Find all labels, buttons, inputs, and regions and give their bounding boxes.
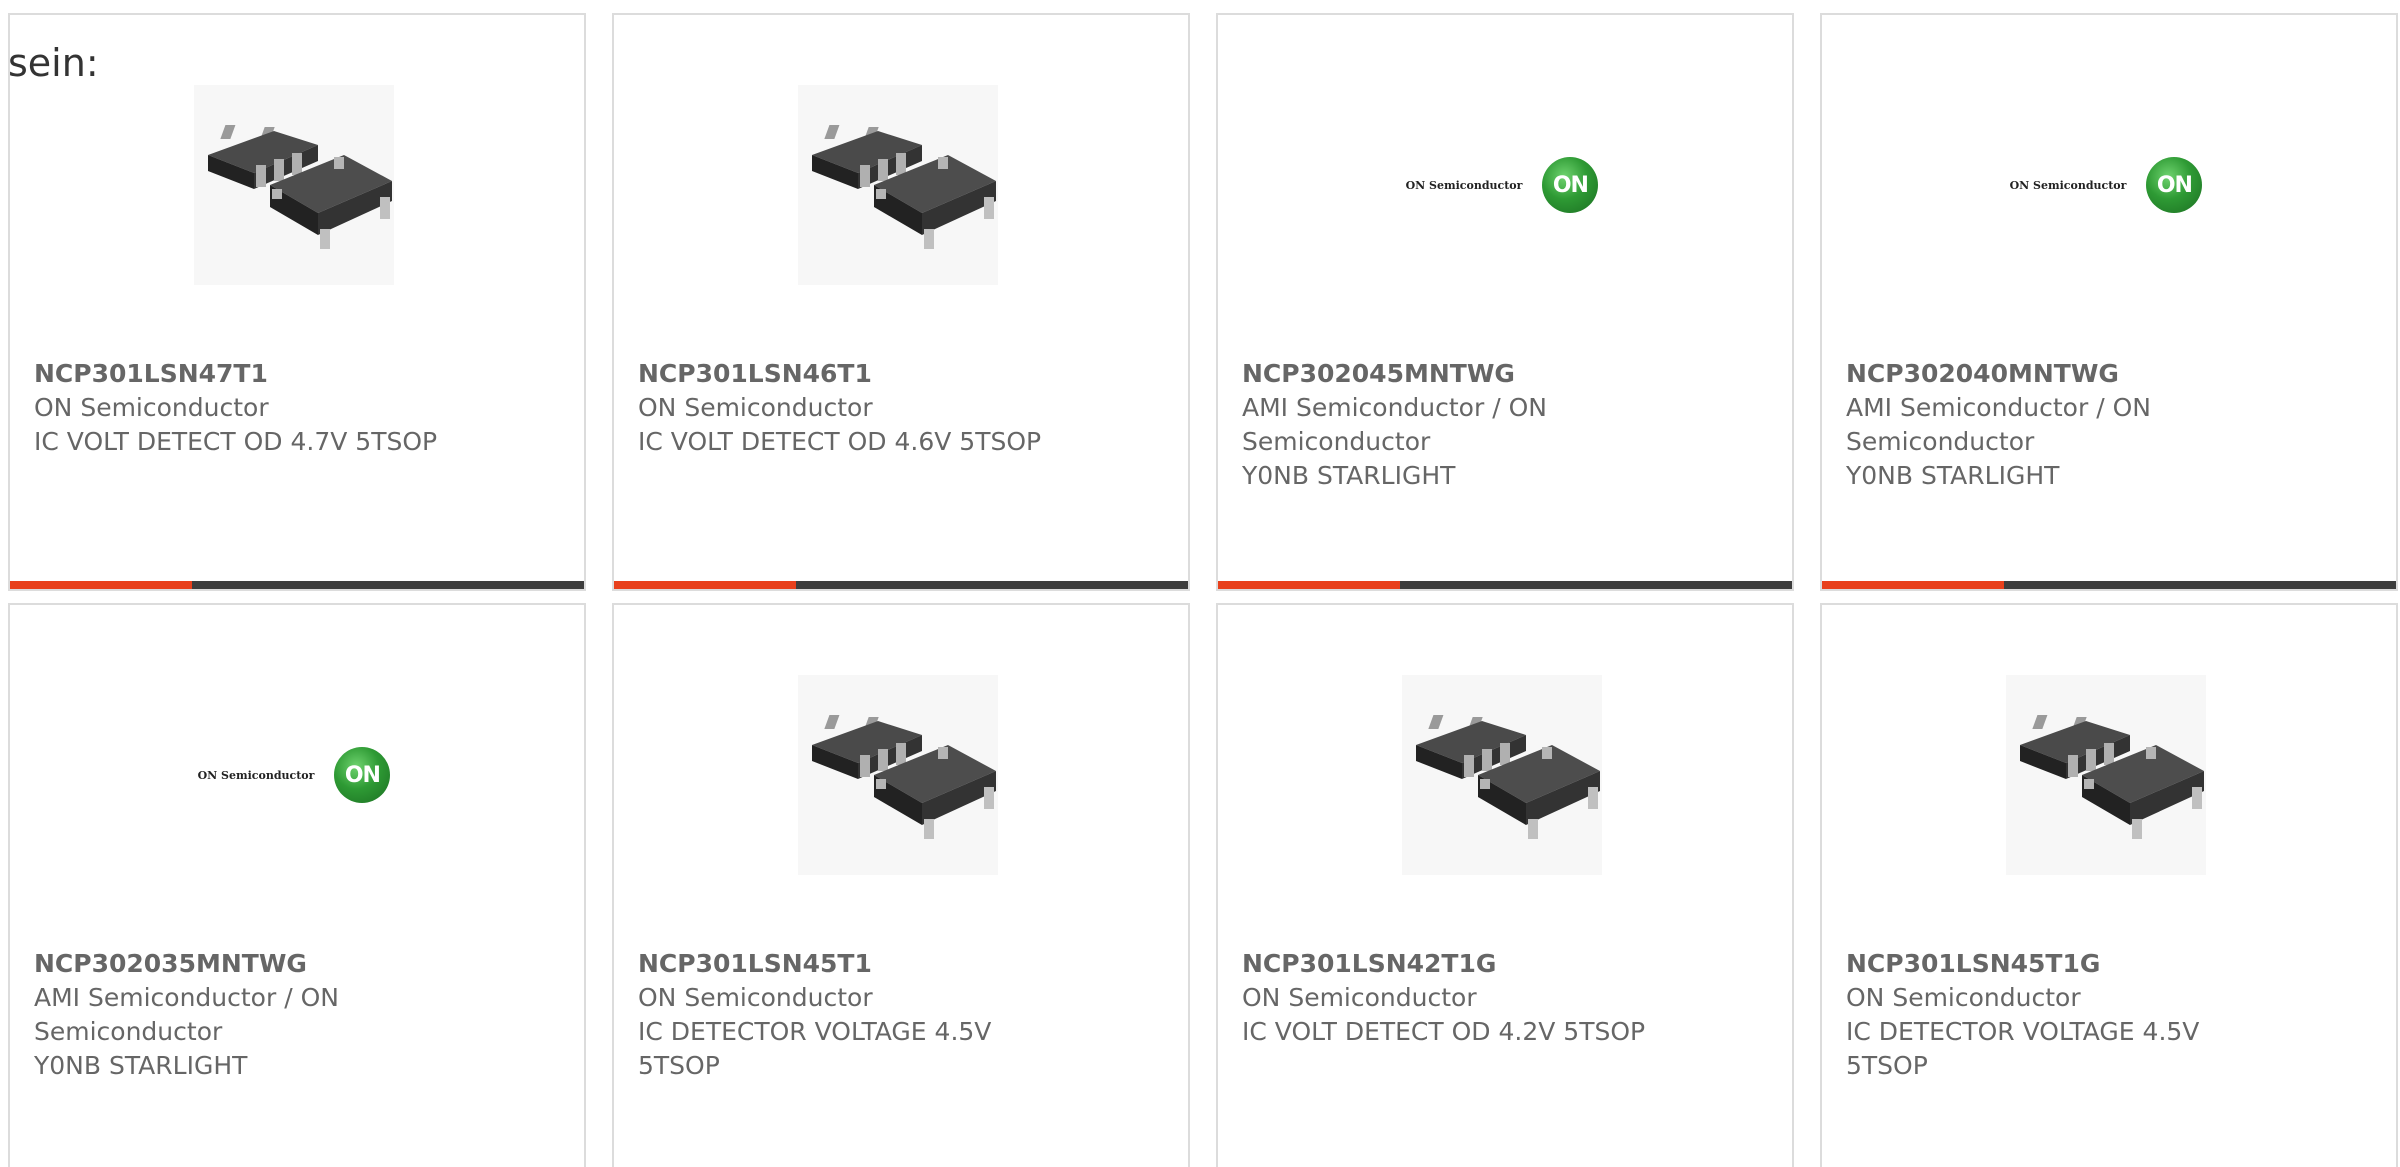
part-number-link[interactable]: NCP301LSN47T1 bbox=[34, 357, 560, 391]
manufacturer-name: ON Semiconductor bbox=[1846, 983, 2081, 1012]
product-card[interactable]: NCP301LSN46T1 ON Semiconductor IC VOLT DET… bbox=[612, 13, 1190, 591]
chip-package-image[interactable] bbox=[798, 675, 998, 875]
logo-text: ON Semiconductor bbox=[197, 768, 315, 782]
card-accent-bar bbox=[1218, 581, 1400, 589]
product-card[interactable]: ON Semiconductor ON NCP302035MNTWG AMI Semi… bbox=[8, 603, 586, 1167]
card-bottom-bar bbox=[10, 581, 584, 589]
product-description: IC DETECTOR VOLTAGE 4.5V 5TSOP bbox=[1846, 1017, 2200, 1080]
part-number-link[interactable]: NCP301LSN42T1G bbox=[1242, 947, 1768, 981]
logo-mark: ON bbox=[1542, 157, 1599, 213]
product-description: IC VOLT DETECT OD 4.2V 5TSOP bbox=[1242, 1017, 1646, 1046]
card-bottom-bar bbox=[1822, 581, 2396, 589]
logo-text: ON Semiconductor bbox=[2009, 178, 2127, 192]
card-bottom-bar bbox=[614, 581, 1188, 589]
product-description: Y0NB STARLIGHT bbox=[34, 1051, 248, 1080]
intro-text: sein: bbox=[8, 41, 99, 85]
manufacturer-name: ON Semiconductor bbox=[34, 393, 269, 422]
product-description: Y0NB STARLIGHT bbox=[1846, 461, 2060, 490]
product-info: NCP301LSN45T1 ON Semiconductor IC DETECTOR… bbox=[638, 947, 1164, 1083]
manufacturer-name: ON Semiconductor bbox=[1242, 983, 1477, 1012]
logo-mark: ON bbox=[2146, 157, 2203, 213]
product-grid: NCP301LSN47T1 ON Semiconductor IC VOLT DET… bbox=[8, 13, 2398, 1167]
chip-package-image[interactable] bbox=[194, 85, 394, 285]
card-accent-bar bbox=[1822, 581, 2004, 589]
part-number-link[interactable]: NCP302040MNTWG bbox=[1846, 357, 2372, 391]
product-info: NCP301LSN46T1 ON Semiconductor IC VOLT DET… bbox=[638, 357, 1164, 459]
manufacturer-name: ON Semiconductor bbox=[638, 983, 873, 1012]
product-card[interactable]: NCP301LSN42T1G ON Semiconductor IC VOLT DE… bbox=[1216, 603, 1794, 1167]
card-bottom-bar bbox=[1218, 581, 1792, 589]
product-description: Y0NB STARLIGHT bbox=[1242, 461, 1456, 490]
on-semiconductor-logo[interactable]: ON Semiconductor ON bbox=[1322, 85, 1682, 285]
chip-package-icon bbox=[194, 85, 394, 285]
manufacturer-logo: ON Semiconductor ON bbox=[1406, 157, 1599, 213]
chip-package-icon bbox=[798, 675, 998, 875]
product-card[interactable]: NCP301LSN45T1G ON Semiconductor IC DETECTO… bbox=[1820, 603, 2398, 1167]
chip-package-image[interactable] bbox=[798, 85, 998, 285]
chip-package-icon bbox=[2006, 675, 2206, 875]
part-number-link[interactable]: NCP301LSN45T1G bbox=[1846, 947, 2372, 981]
product-info: NCP301LSN47T1 ON Semiconductor IC VOLT DET… bbox=[34, 357, 560, 459]
part-number-link[interactable]: NCP302035MNTWG bbox=[34, 947, 560, 981]
chip-package-image[interactable] bbox=[2006, 675, 2206, 875]
chip-package-icon bbox=[1402, 675, 1602, 875]
product-description: IC DETECTOR VOLTAGE 4.5V 5TSOP bbox=[638, 1017, 992, 1080]
product-card[interactable]: ON Semiconductor ON NCP302045MNTWG AMI Semi… bbox=[1216, 13, 1794, 591]
product-card[interactable]: NCP301LSN45T1 ON Semiconductor IC DETECTOR… bbox=[612, 603, 1190, 1167]
logo-mark: ON bbox=[334, 747, 391, 803]
manufacturer-name: ON Semiconductor bbox=[638, 393, 873, 422]
chip-package-image[interactable] bbox=[1402, 675, 1602, 875]
manufacturer-name: AMI Semiconductor / ON Semiconductor bbox=[34, 983, 339, 1046]
product-info: NCP301LSN42T1G ON Semiconductor IC VOLT DE… bbox=[1242, 947, 1768, 1049]
manufacturer-name: AMI Semiconductor / ON Semiconductor bbox=[1846, 393, 2151, 456]
on-semiconductor-logo[interactable]: ON Semiconductor ON bbox=[114, 675, 474, 875]
manufacturer-logo: ON Semiconductor ON bbox=[2010, 157, 2203, 213]
product-card[interactable]: ON Semiconductor ON NCP302040MNTWG AMI Semi… bbox=[1820, 13, 2398, 591]
part-number-link[interactable]: NCP301LSN45T1 bbox=[638, 947, 1164, 981]
page: NCP301LSN47T1 ON Semiconductor IC VOLT DET… bbox=[0, 0, 2400, 1167]
manufacturer-logo: ON Semiconductor ON bbox=[198, 747, 391, 803]
product-info: NCP301LSN45T1G ON Semiconductor IC DETECTO… bbox=[1846, 947, 2372, 1083]
card-accent-bar bbox=[614, 581, 796, 589]
product-info: NCP302045MNTWG AMI Semiconductor / ON Sem… bbox=[1242, 357, 1768, 493]
product-description: IC VOLT DETECT OD 4.6V 5TSOP bbox=[638, 427, 1042, 456]
chip-package-icon bbox=[798, 85, 998, 285]
product-info: NCP302035MNTWG AMI Semiconductor / ON Sem… bbox=[34, 947, 560, 1083]
on-semiconductor-logo[interactable]: ON Semiconductor ON bbox=[1926, 85, 2286, 285]
product-info: NCP302040MNTWG AMI Semiconductor / ON Sem… bbox=[1846, 357, 2372, 493]
manufacturer-name: AMI Semiconductor / ON Semiconductor bbox=[1242, 393, 1547, 456]
part-number-link[interactable]: NCP302045MNTWG bbox=[1242, 357, 1768, 391]
product-card[interactable]: NCP301LSN47T1 ON Semiconductor IC VOLT DET… bbox=[8, 13, 586, 591]
part-number-link[interactable]: NCP301LSN46T1 bbox=[638, 357, 1164, 391]
card-accent-bar bbox=[10, 581, 192, 589]
logo-text: ON Semiconductor bbox=[1405, 178, 1523, 192]
product-description: IC VOLT DETECT OD 4.7V 5TSOP bbox=[34, 427, 438, 456]
